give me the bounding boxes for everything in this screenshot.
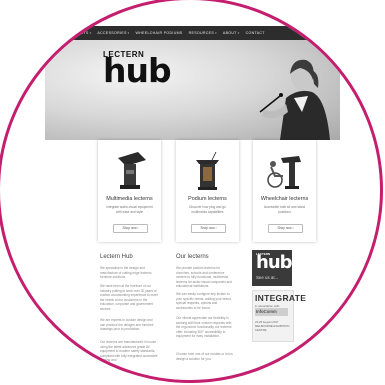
- about-paragraph: We specialise in the design and manufact…: [100, 266, 152, 280]
- about-paragraph: We are experts in custom design and can …: [100, 318, 154, 332]
- card-title: Podium lecterns: [188, 196, 227, 202]
- hero-banner: LECTERN hub: [45, 40, 340, 140]
- nav-label: PRODUCTS: [66, 31, 89, 35]
- card-description: Integrate audio-visual equipment with ea…: [106, 205, 153, 214]
- chevron-down-icon: ▾: [127, 31, 130, 35]
- integrate-title: INTEGRATE: [255, 293, 307, 303]
- nav-label: ACCESSORIES: [97, 31, 127, 35]
- lectern-hub-banner[interactable]: LECTERN hub See us at...: [252, 250, 293, 286]
- about-paragraph: Our lecterns are manufactured in house u…: [100, 340, 158, 363]
- nav-item-wheelchair-podiums[interactable]: WHEELCHAIR PODIUMS: [135, 31, 182, 35]
- main-nav: PRODUCTS ▾ ACCESSORIES ▾ WHEELCHAIR PODIUM…: [60, 26, 320, 40]
- our-paragraph: We can easily configure any lectern to y…: [176, 292, 232, 310]
- integrate-ad[interactable]: INTEGRATE in association with InfoComm 2…: [252, 290, 306, 342]
- nav-label: RESOURCES: [188, 31, 215, 35]
- nav-item-accessories[interactable]: ACCESSORIES ▾: [97, 31, 129, 35]
- wheelchair-lectern-image: [267, 156, 301, 189]
- integrate-details: 23-25 August 2017 MELBOURNE EXHIBITION C…: [255, 320, 290, 332]
- banner-sub-text: See us at...: [256, 275, 279, 280]
- our-paragraph: Our clients appreciate our flexibility i…: [176, 316, 232, 339]
- nav-item-about[interactable]: ABOUT ▾: [223, 31, 240, 35]
- our-lecterns-heading: Our lecterns: [176, 254, 209, 260]
- speaker-photo: [259, 59, 330, 140]
- about-paragraph: We have been at the forefront of our ind…: [100, 284, 158, 311]
- nav-item-contact[interactable]: CONTACT: [246, 31, 265, 35]
- shop-now-button[interactable]: Shop now ›: [191, 224, 226, 233]
- shop-now-button[interactable]: Shop now ›: [113, 224, 148, 233]
- chevron-down-icon: ▾: [215, 31, 217, 35]
- nav-label: CONTACT: [245, 31, 265, 35]
- logo-main-text: hub: [103, 51, 172, 90]
- infocomm-logo: InfoComm: [255, 308, 288, 316]
- card-title: Multimedia lecterns: [106, 196, 153, 202]
- site-logo[interactable]: LECTERN hub: [103, 50, 172, 90]
- card-multimedia-lecterns: Multimedia lecterns Integrate audio-visu…: [98, 140, 161, 242]
- magnifier-frame: PRODUCTS ▾ ACCESSORIES ▾ WHEELCHAIR PODIUM…: [0, 0, 383, 383]
- card-description: Discover how plug and go multimedia capa…: [189, 205, 226, 214]
- nav-label: ABOUT: [222, 31, 237, 35]
- nav-label: WHEELCHAIR PODIUMS: [135, 31, 183, 35]
- card-description: Accessible both sit and stand positions: [263, 205, 306, 214]
- chevron-down-icon: ▾: [237, 31, 240, 35]
- podium-lectern-image: [196, 151, 219, 190]
- nav-item-products[interactable]: PRODUCTS ▾: [66, 31, 91, 35]
- card-title: Wheelchair lecterns: [260, 196, 309, 202]
- shop-now-button[interactable]: Shop now ›: [268, 224, 303, 233]
- card-podium-lecterns: Podium lecterns Discover how plug and go…: [176, 140, 239, 242]
- about-heading: Lectern Hub: [100, 254, 133, 260]
- chevron-down-icon: ▾: [89, 31, 92, 35]
- banner-big-text: hub: [256, 252, 293, 273]
- our-paragraph: We provide podium lecterns for churches,…: [176, 266, 232, 289]
- card-wheelchair-lecterns: Wheelchair lecterns Accessible both sit …: [253, 140, 316, 242]
- nav-item-resources[interactable]: RESOURCES ▾: [189, 31, 217, 35]
- multimedia-lectern-image: [118, 152, 146, 189]
- our-paragraph: Choose from one of our models or let us …: [176, 352, 233, 361]
